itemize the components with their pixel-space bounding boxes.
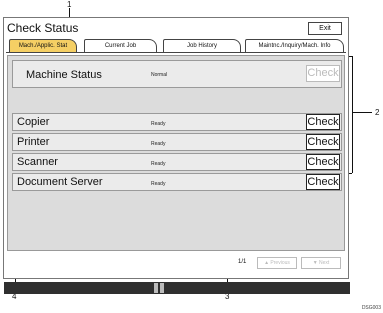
exit-button[interactable]: Exit [308,22,342,35]
figure-code: DSG003 [361,305,381,311]
check-button-document-server[interactable]: Check [306,174,340,190]
row-label: Printer [17,136,50,148]
row-scanner: Scanner Ready Check [12,153,342,171]
row-status: Ready [151,121,166,127]
row-label: Document Server [17,176,103,188]
row-document-server: Document Server Ready Check [12,173,342,191]
check-button-copier[interactable]: Check [306,114,340,130]
row-status: Ready [151,161,166,167]
tab-maintenance-inquiry-info[interactable]: Maintnc./Inquiry/Mach. Info [245,39,344,53]
tab-bar: Mach./Applic. Stat Current Job Job Histo… [6,39,346,53]
toner-icon [154,283,166,293]
row-label: Scanner [17,156,58,168]
tab-current-job[interactable]: Current Job [84,39,157,53]
row-copier: Copier Ready Check [12,113,342,131]
check-button-scanner[interactable]: Check [306,154,340,170]
next-page-button[interactable]: ▼ Next [301,257,341,269]
row-printer: Printer Ready Check [12,133,342,151]
status-panel: Machine Status Normal Check Copier Ready… [7,55,345,251]
check-button-machine-status[interactable]: Check [306,65,340,82]
row-label: Machine Status [26,69,102,81]
row-status: Ready [151,181,166,187]
tab-job-history[interactable]: Job History [163,39,241,53]
row-status: Normal [151,72,168,78]
callout-2-line [352,112,372,113]
callout-2-bracket [352,56,353,173]
previous-page-button[interactable]: ▲ Previous [257,257,297,269]
tab-underline [6,52,346,53]
callout-2: 2 [375,108,380,117]
tab-mach-applic-stat[interactable]: Mach./Applic. Stat [9,39,77,53]
status-bar [4,282,350,294]
row-machine-status: Machine Status Normal Check [12,60,342,88]
check-status-screen: Check Status Exit Mach./Applic. Stat Cur… [3,17,350,294]
row-status: Ready [151,141,166,147]
screen-title: Check Status [7,21,79,35]
page-indicator: 1/1 [238,259,247,265]
row-label: Copier [17,116,50,128]
check-button-printer[interactable]: Check [306,134,340,150]
